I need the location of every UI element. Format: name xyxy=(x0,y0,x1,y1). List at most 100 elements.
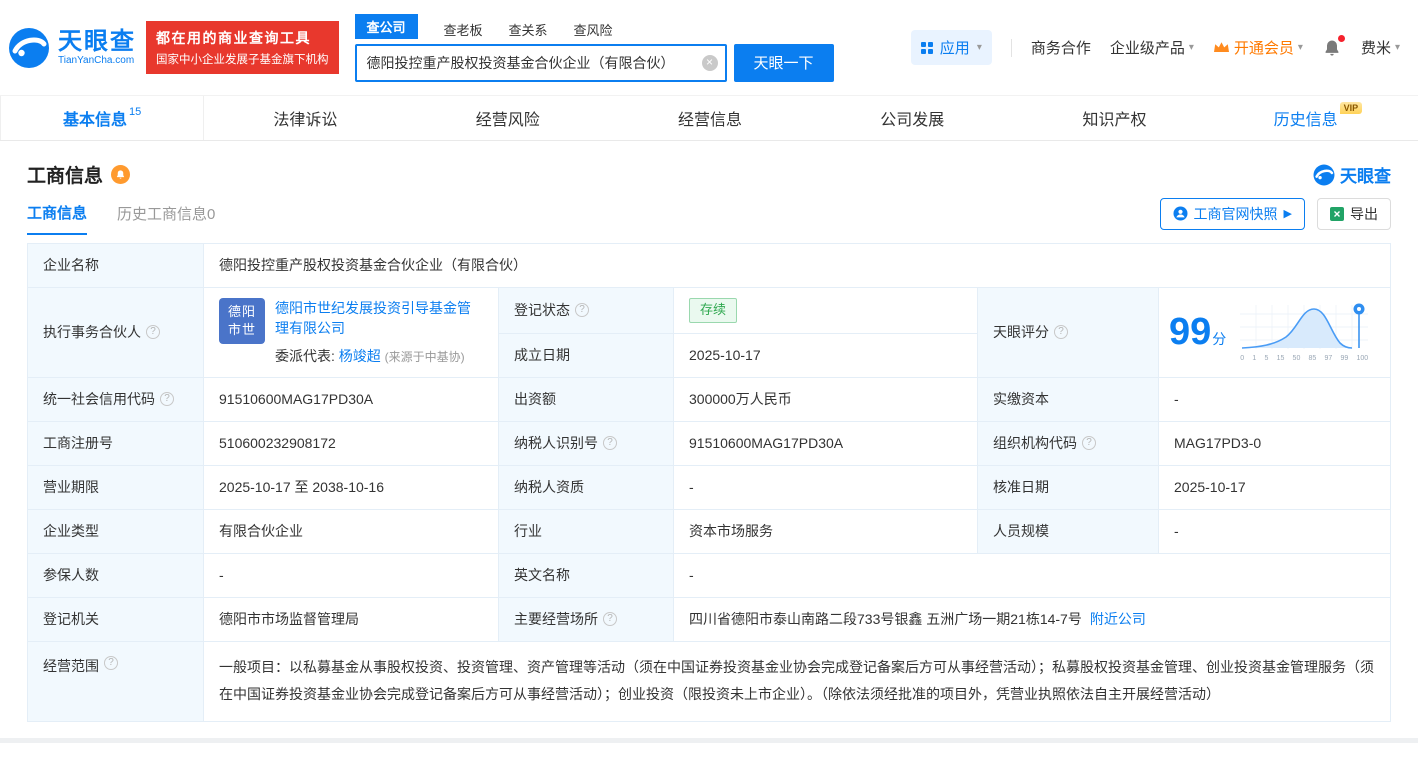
label-text: 企业类型 xyxy=(43,523,99,540)
delegate-line: 委派代表: 杨竣超 (来源于中基协) xyxy=(275,345,483,367)
logo-title: 天眼查 xyxy=(58,27,136,55)
reg-status-value: 存续 xyxy=(674,288,978,334)
label-text: 人员规模 xyxy=(993,523,1049,540)
taxpayer-quality-value: - xyxy=(674,465,978,510)
label-text: 参保人数 xyxy=(43,567,99,584)
label-text: 登记状态 xyxy=(514,302,570,319)
vip-badge: VIP xyxy=(1339,102,1363,114)
english-name-label: 英文名称 xyxy=(499,553,674,598)
brand-watermark-text: 天眼查 xyxy=(1340,167,1391,186)
chevron-down-icon: ▾ xyxy=(976,42,982,53)
executive-partner-label: 执行事务合伙人 ? xyxy=(28,288,204,378)
company-name-label: 企业名称 xyxy=(28,244,204,288)
search-tab-risk[interactable]: 查风险 xyxy=(574,20,613,39)
partner-logo[interactable]: 德阳 市世 xyxy=(219,298,265,344)
status-badge: 存续 xyxy=(689,298,738,323)
org-code-label: 组织机构代码 ? xyxy=(978,421,1159,466)
tab-legal-proceedings[interactable]: 法律诉讼 xyxy=(204,96,406,140)
clear-icon[interactable]: × xyxy=(701,54,718,71)
partner-company-link[interactable]: 德阳市世纪发展投资引导基金管理有限公司 xyxy=(275,300,471,336)
arrow-right-icon: ▶ xyxy=(1283,208,1292,220)
tab-operation-info[interactable]: 经营信息 xyxy=(609,96,811,140)
help-icon[interactable]: ? xyxy=(146,325,160,340)
promo-line1: 都在用的商业查询工具 xyxy=(156,30,311,46)
label-text: 天眼评分 xyxy=(993,324,1049,341)
search-tab-company[interactable]: 查公司 xyxy=(354,13,418,39)
tab-label: 知识产权 xyxy=(1082,112,1147,129)
executive-partner-value: 德阳 市世 德阳市世纪发展投资引导基金管理有限公司 委派代表: 杨竣超 (来源于… xyxy=(204,288,499,378)
help-icon[interactable]: ? xyxy=(104,655,118,670)
partner-text: 德阳市世纪发展投资引导基金管理有限公司 委派代表: 杨竣超 (来源于中基协) xyxy=(275,298,483,367)
insured-count-label: 参保人数 xyxy=(28,553,204,598)
subtab-actions: 工商官网快照 ▶ 导出 xyxy=(1159,197,1391,230)
brand-watermark: 天眼查 xyxy=(1313,162,1391,187)
tab-company-development[interactable]: 公司发展 xyxy=(811,96,1013,140)
apps-label: 应用 xyxy=(939,40,970,57)
label-text: 纳税人资质 xyxy=(514,479,584,496)
industry-value: 资本市场服务 xyxy=(674,509,978,554)
search-tab-relation[interactable]: 查关系 xyxy=(509,20,548,39)
help-icon[interactable]: ? xyxy=(160,392,174,407)
score-curve-chart xyxy=(1240,303,1369,349)
export-button[interactable]: 导出 xyxy=(1317,197,1391,230)
apps-menu[interactable]: 应用 ▾ xyxy=(910,30,992,65)
score-unit: 分 xyxy=(1212,331,1227,348)
insured-count-value: - xyxy=(204,553,499,598)
score-value: 99分 0 1 5 15 50 85 97 99 100 xyxy=(1159,288,1391,378)
help-icon[interactable]: ? xyxy=(603,612,617,627)
tab-basic-info[interactable]: 基本信息 15 xyxy=(0,96,205,140)
tab-count: 15 xyxy=(129,106,142,118)
label-text: 营业期限 xyxy=(43,479,99,496)
label-text: 主要经营场所 xyxy=(514,611,598,628)
tianyancha-logo[interactable]: 天眼查 TianYanCha.com xyxy=(8,27,136,69)
business-term-value: 2025-10-17 至 2038-10-16 xyxy=(204,465,499,510)
apps-grid-icon xyxy=(920,41,933,54)
tab-intellectual-property[interactable]: 知识产权 xyxy=(1013,96,1215,140)
subscribe-bell-icon[interactable] xyxy=(111,165,131,184)
subtab-business-info[interactable]: 工商信息 xyxy=(27,192,88,235)
company-name-value: 德阳投控重产股权投资基金合伙企业（有限合伙） xyxy=(204,244,1391,288)
main-address-value: 四川省德阳市泰山南路二段733号银鑫 五洲广场一期21栋14-7号 附近公司 xyxy=(674,597,1391,642)
establish-date-label: 成立日期 xyxy=(499,333,674,378)
company-type-value: 有限合伙企业 xyxy=(204,509,499,554)
search-button[interactable]: 天眼一下 xyxy=(733,43,834,82)
logo-text: 天眼查 TianYanCha.com xyxy=(58,27,136,67)
delegate-name-link[interactable]: 杨竣超 xyxy=(339,348,381,364)
notification-dot xyxy=(1337,34,1345,42)
taxpayer-quality-label: 纳税人资质 xyxy=(499,465,674,510)
search-tab-boss[interactable]: 查老板 xyxy=(444,20,483,39)
help-icon[interactable]: ? xyxy=(575,303,589,318)
main-address-label: 主要经营场所 ? xyxy=(499,597,674,642)
capital-value: 300000万人民币 xyxy=(674,377,978,422)
label-text: 登记机关 xyxy=(43,611,99,628)
score-number: 99 xyxy=(1169,311,1212,354)
excel-icon xyxy=(1330,206,1344,221)
label-text: 统一社会信用代码 xyxy=(43,391,155,408)
company-type-label: 企业类型 xyxy=(28,509,204,554)
menu-enterprise-products[interactable]: 企业级产品 ▾ xyxy=(1110,37,1194,58)
help-icon[interactable]: ? xyxy=(1082,436,1096,451)
crown-icon xyxy=(1213,42,1229,52)
establish-date-value: 2025-10-17 xyxy=(674,333,978,378)
search-row: × 天眼一下 xyxy=(354,43,834,82)
menu-open-vip[interactable]: 开通会员 ▾ xyxy=(1213,37,1303,58)
help-icon[interactable]: ? xyxy=(1054,325,1068,340)
label-text: 经营范围 xyxy=(43,657,99,674)
notification-bell[interactable] xyxy=(1322,34,1345,58)
top-bar: 天眼查 TianYanCha.com 都在用的商业查询工具 国家中小企业发展子基… xyxy=(0,0,1418,95)
address-text: 四川省德阳市泰山南路二段733号银鑫 五洲广场一期21栋14-7号 xyxy=(689,611,1082,628)
search-input[interactable] xyxy=(354,43,727,82)
menu-business-cooperation[interactable]: 商务合作 xyxy=(1031,37,1091,58)
user-menu[interactable]: 费米 ▾ xyxy=(1361,37,1400,58)
business-scope-value: 一般项目：以私募基金从事股权投资、投资管理、资产管理等活动（须在中国证券投资基金… xyxy=(204,641,1391,722)
subtab-history-business-info[interactable]: 历史工商信息0 xyxy=(117,193,215,234)
help-icon[interactable]: ? xyxy=(603,436,617,451)
tab-operation-risk[interactable]: 经营风险 xyxy=(407,96,609,140)
reg-authority-label: 登记机关 xyxy=(28,597,204,642)
nearby-companies-link[interactable]: 附近公司 xyxy=(1090,609,1146,629)
logo-subtitle: TianYanCha.com xyxy=(58,55,135,67)
label-text: 执行事务合伙人 xyxy=(43,324,141,341)
tab-history-info[interactable]: 历史信息 VIP xyxy=(1216,96,1418,140)
official-snapshot-button[interactable]: 工商官网快照 ▶ xyxy=(1159,197,1305,230)
user-name: 费米 xyxy=(1360,40,1391,57)
